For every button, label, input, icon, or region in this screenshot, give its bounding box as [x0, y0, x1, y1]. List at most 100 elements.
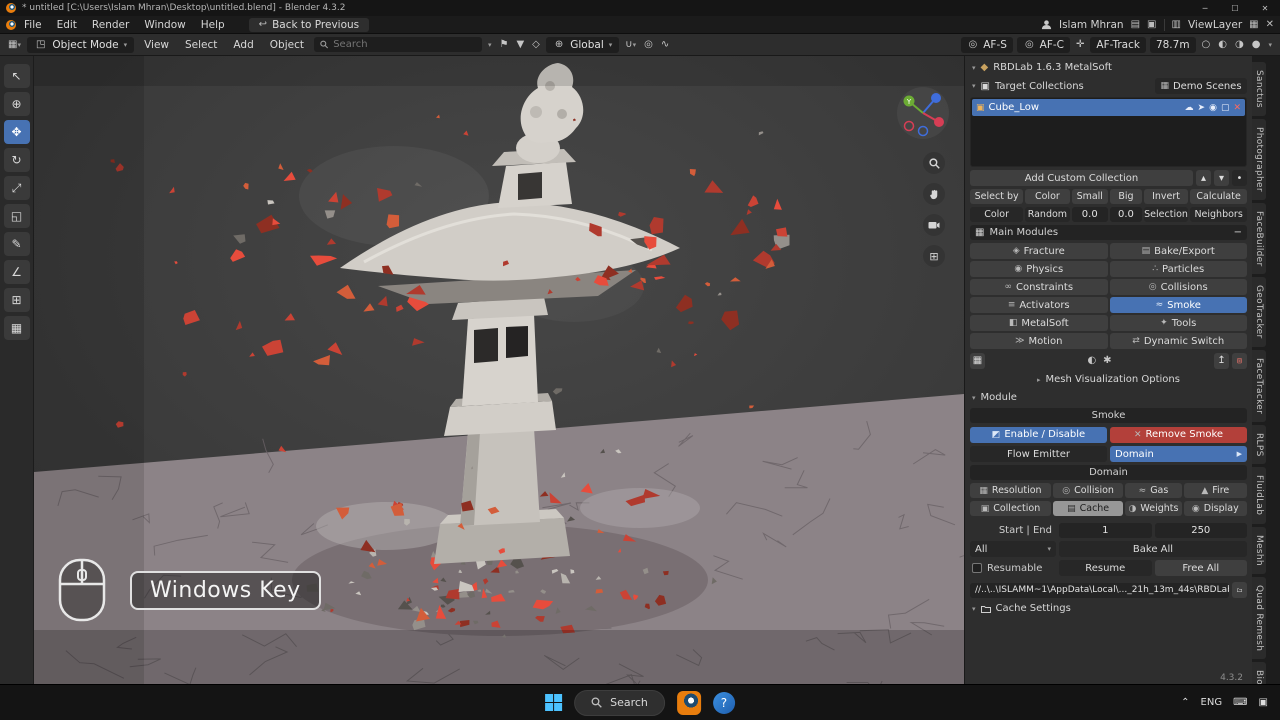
bake-type-dropdown[interactable]: All ▾ — [970, 541, 1056, 557]
main-modules-header[interactable]: ▦ Main Modules − — [970, 225, 1247, 240]
collision-tab[interactable]: ◎ Collision — [1052, 483, 1124, 498]
mode-transfer-icon[interactable]: ⚑ — [497, 39, 510, 50]
viewlayer-add-icon[interactable]: ▦ — [1249, 19, 1258, 30]
selection-button[interactable]: Selection — [1143, 207, 1189, 222]
focal-distance[interactable]: 78.7m — [1149, 36, 1196, 53]
module-bake-export[interactable]: ▤ Bake/Export — [1109, 243, 1247, 259]
module-tools[interactable]: ✦ Tools — [1109, 315, 1247, 331]
eye-icon[interactable]: ◉ — [1209, 103, 1217, 113]
tab-facetracker[interactable]: FaceTracker — [1252, 349, 1266, 422]
remove-collection-icon[interactable]: ✕ — [1233, 103, 1241, 113]
menu-edit[interactable]: Edit — [50, 18, 84, 32]
af-track-button[interactable]: AF-Track — [1090, 36, 1146, 53]
fire-tab[interactable]: ▲ Fire — [1183, 483, 1247, 498]
blender-taskbar-icon[interactable] — [676, 690, 701, 715]
cloud-icon[interactable]: ☁ — [1185, 103, 1194, 113]
weights-tab[interactable]: ◑ Weights — [1125, 501, 1182, 516]
3d-viewport[interactable]: Y ⊞ Windows Key — [34, 56, 964, 684]
tweak-tool[interactable]: ↖ — [3, 64, 30, 88]
collection-row-cube-low[interactable]: ▣ Cube_Low ☁ ➤ ◉ ▢ ✕ — [972, 99, 1245, 116]
language-indicator[interactable]: ENG — [1201, 697, 1223, 708]
render-visibility-icon[interactable]: ▢ — [1221, 103, 1230, 113]
close-button[interactable]: ✕ — [1250, 0, 1280, 16]
editor-type-icon[interactable]: ▦▾ — [6, 39, 23, 50]
cache-settings-header[interactable]: ▾ Cache Settings — [970, 601, 1247, 616]
shading-wireframe-icon[interactable]: ○ — [1200, 39, 1213, 50]
start-frame-field[interactable]: 1 — [1059, 523, 1152, 538]
module-dynamic-switch[interactable]: ⇄ Dynamic Switch — [1109, 333, 1247, 349]
shading-toggle-icon[interactable]: ◐ — [1085, 355, 1098, 366]
cache-path-field[interactable]: //..\..\ISLAMM~1\AppData\Local\..._21h_1… — [970, 582, 1229, 598]
tray-expand-icon[interactable]: ⌃ — [1181, 697, 1189, 708]
export-button[interactable]: ↥ — [1214, 352, 1229, 369]
module-smoke[interactable]: ≈ Smoke — [1109, 297, 1247, 313]
demo-scenes-button[interactable]: ▦ Demo Scenes — [1155, 78, 1247, 94]
shading-rendered-icon[interactable]: ● — [1250, 39, 1263, 50]
scale-tool[interactable]: ⤢ — [3, 176, 30, 200]
menu-view[interactable]: View — [138, 37, 175, 53]
mesh-viz-options-header[interactable]: ▸ Mesh Visualization Options — [970, 372, 1247, 387]
mode-dropdown[interactable]: ◳ Object Mode ▾ — [26, 36, 135, 53]
shield-icon[interactable]: ◇ — [530, 39, 542, 50]
resume-button[interactable]: Resume — [1059, 560, 1152, 576]
maximize-button[interactable]: ☐ — [1220, 0, 1250, 16]
folder-browse-icon[interactable] — [1232, 582, 1247, 598]
search-input[interactable] — [333, 39, 476, 50]
scene-new-icon[interactable]: ▣ — [1147, 19, 1156, 30]
notification-icon[interactable]: ▣ — [1259, 697, 1268, 708]
viewlayer-name[interactable]: ViewLayer — [1188, 19, 1242, 31]
help-taskbar-icon[interactable]: ? — [712, 691, 735, 714]
minimize-button[interactable]: ─ — [1190, 0, 1220, 16]
select-color-button[interactable]: Color — [1025, 189, 1070, 204]
zoom-icon[interactable] — [923, 152, 945, 174]
snap-magnet-icon[interactable]: ∪▾ — [623, 39, 638, 50]
menu-select[interactable]: Select — [179, 37, 223, 53]
tab-quad-remesh[interactable]: Quad Remesh — [1252, 576, 1266, 659]
tab-sanctus[interactable]: Sanctus — [1252, 62, 1266, 116]
measure-tool[interactable]: ∠ — [3, 260, 30, 284]
viewlayer-remove-icon[interactable]: ✕ — [1266, 19, 1274, 30]
target-collections-header[interactable]: ▾ ▣ Target Collections — [970, 79, 1152, 94]
small-value-field[interactable]: 0.0 — [1071, 207, 1108, 222]
menu-window[interactable]: Window — [137, 18, 192, 32]
search-box[interactable] — [313, 37, 482, 52]
settings-icon[interactable]: ✱ — [1101, 355, 1113, 366]
invert-button[interactable]: Invert — [1143, 189, 1189, 204]
module-fracture[interactable]: ◈ Fracture — [970, 243, 1108, 259]
module-metalsoft[interactable]: ◧ MetalSoft — [970, 315, 1108, 331]
enable-disable-button[interactable]: ◩ Enable / Disable — [970, 426, 1107, 443]
camera-view-icon[interactable] — [923, 214, 945, 236]
neighbors-button[interactable]: Neighbors — [1190, 207, 1247, 222]
orientation-dropdown[interactable]: ⊕ Global ▾ — [545, 36, 620, 53]
transform-tool[interactable]: ◱ — [3, 204, 30, 228]
display-tab[interactable]: ◉ Display — [1183, 501, 1247, 516]
menu-file[interactable]: File — [17, 18, 49, 32]
annotate-tool[interactable]: ✎ — [3, 232, 30, 256]
tab-biome-reader[interactable]: Biome-Reader — [1252, 661, 1266, 684]
module-particles[interactable]: ∴ Particles — [1109, 261, 1247, 277]
blender-menu-icon[interactable] — [6, 19, 16, 30]
collection-list[interactable]: ▣ Cube_Low ☁ ➤ ◉ ▢ ✕ — [970, 97, 1247, 167]
back-to-previous-button[interactable]: ↩ Back to Previous — [248, 17, 370, 32]
select-big-button[interactable]: Big — [1109, 189, 1142, 204]
end-frame-field[interactable]: 250 — [1154, 523, 1247, 538]
module-physics[interactable]: ◉ Physics — [970, 261, 1108, 277]
pointer-icon[interactable]: ➤ — [1198, 103, 1206, 113]
domain-button[interactable]: Domain ▶ — [1110, 446, 1247, 462]
resumable-checkbox[interactable]: Resumable — [970, 563, 1056, 574]
color-button[interactable]: Color — [970, 207, 1024, 222]
grid-display-button[interactable]: ▦ — [970, 352, 985, 369]
move-down-button[interactable]: ▾ — [1214, 170, 1229, 186]
list-options-button[interactable]: • — [1232, 170, 1247, 186]
shading-solid-icon[interactable]: ◐ — [1216, 39, 1229, 50]
shading-material-icon[interactable]: ◑ — [1233, 39, 1246, 50]
navigation-gizmo[interactable]: Y — [896, 86, 950, 143]
add-custom-collection-button[interactable]: Add Custom Collection — [970, 170, 1193, 186]
module-collisions[interactable]: ◎ Collisions — [1109, 279, 1247, 295]
select-mode-dropdown-icon[interactable]: ▾ — [486, 39, 494, 50]
menu-add[interactable]: Add — [227, 37, 259, 53]
trash-icon[interactable] — [1232, 352, 1247, 369]
af-c-button[interactable]: ◎ AF-C — [1016, 36, 1071, 53]
proportional-edit-icon[interactable]: ◎ — [642, 39, 655, 50]
start-button[interactable] — [545, 694, 563, 711]
